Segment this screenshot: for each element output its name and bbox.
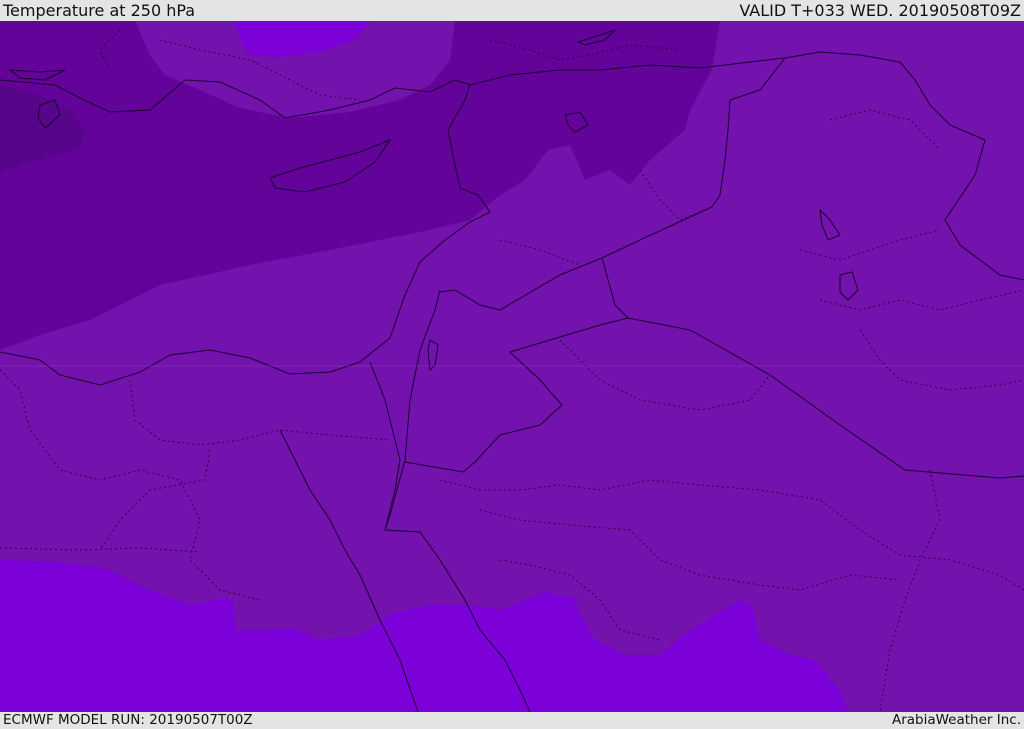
map-title: Temperature at 250 hPa (3, 1, 196, 20)
map-canvas (0, 21, 1024, 712)
model-run: ECMWF MODEL RUN: 20190507T00Z (3, 712, 253, 728)
map-footer: ECMWF MODEL RUN: 20190507T00Z ArabiaWeat… (0, 712, 1024, 729)
map-header: Temperature at 250 hPa VALID T+033 WED. … (0, 0, 1024, 21)
temperature-map (0, 21, 1024, 712)
credit: ArabiaWeather Inc. (891, 712, 1021, 728)
valid-time: VALID T+033 WED. 20190508T09Z (739, 1, 1021, 20)
